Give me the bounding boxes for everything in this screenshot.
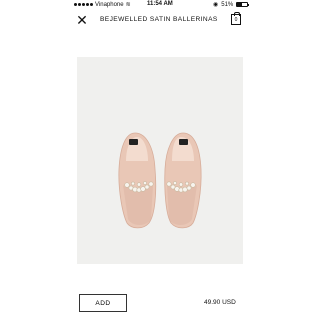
right-shoe [164, 132, 202, 229]
carrier-group: Vinaphone ≋ [74, 1, 131, 8]
left-shoe [118, 132, 157, 229]
signal-icon [74, 3, 93, 6]
battery-icon [236, 2, 250, 7]
carrier-name: Vinaphone [95, 1, 124, 8]
wifi-icon: ≋ [125, 2, 131, 8]
add-button[interactable]: ADD [79, 294, 127, 312]
page-title: BEJEWELLED SATIN BALLERINAS [100, 16, 218, 23]
shopping-bag-button[interactable]: 0 [231, 12, 241, 25]
header: ✕ BEJEWELLED SATIN BALLERINAS 0 [0, 10, 320, 30]
battery-tip [248, 4, 250, 6]
shoe-image [118, 132, 202, 229]
status-time: 11:54 AM [147, 1, 173, 7]
location-icon: ◉ [213, 2, 219, 8]
close-icon[interactable]: ✕ [75, 13, 89, 27]
product-image[interactable] [77, 57, 243, 264]
right-shoe-label [179, 139, 188, 145]
battery-percent: 51% [221, 1, 234, 8]
status-right: ◉ 51% [213, 1, 250, 8]
battery-fill [237, 3, 243, 6]
status-bar: Vinaphone ≋ 11:54 AM ◉ 51% [0, 0, 320, 10]
price: 49.90 USD [204, 299, 236, 306]
left-shoe-label [129, 139, 138, 145]
bag-count: 0 [234, 16, 238, 23]
